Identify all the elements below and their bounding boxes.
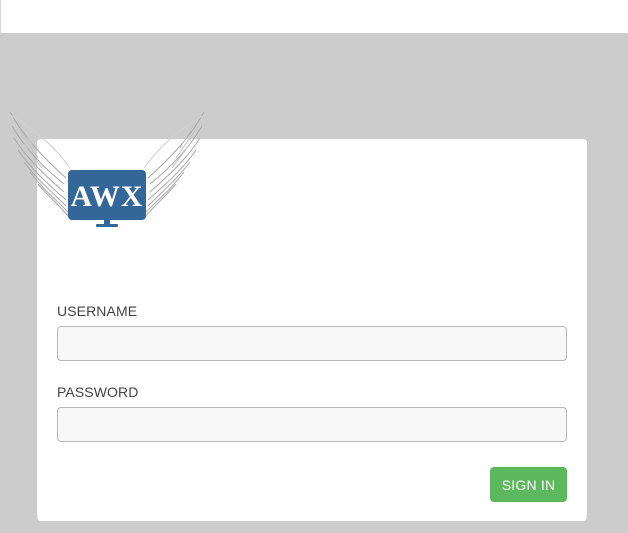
password-label: PASSWORD — [57, 384, 139, 400]
monitor-icon: AWX — [68, 170, 146, 227]
sign-in-button[interactable]: SIGN IN — [490, 467, 567, 502]
right-wing-icon — [143, 111, 207, 219]
top-header-bar — [0, 0, 628, 33]
username-input[interactable] — [57, 326, 567, 361]
left-wing-icon — [7, 111, 71, 219]
logo-text: AWX — [70, 180, 143, 213]
awx-logo: AWX — [4, 108, 210, 232]
username-label: USERNAME — [57, 303, 138, 319]
password-input[interactable] — [57, 407, 567, 442]
